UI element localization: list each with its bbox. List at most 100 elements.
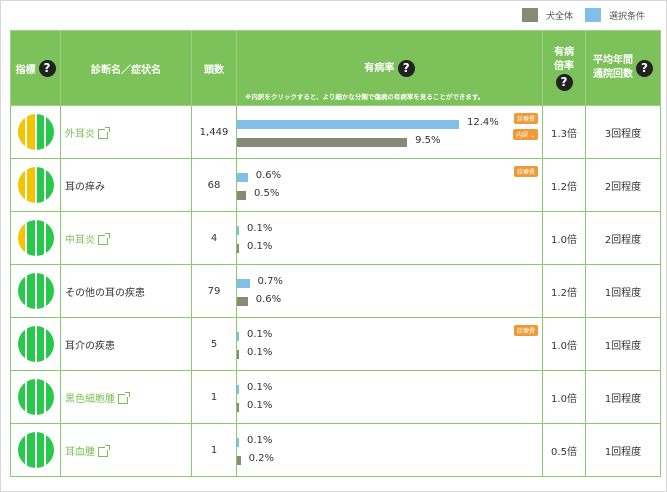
disease-table: 指標 ? 診断名／症状名 頭数 有病率 ? ※内訳をクリックすると、より細かな分… — [10, 30, 661, 477]
overall-rate-label: 0.5% — [253, 188, 280, 199]
rate-cell: 0.1% 0.2% — [236, 423, 543, 477]
table-row: 耳介の疾患 5 0.1% 0.1% 診療費 1.0倍 1回程度 — [10, 317, 661, 371]
help-icon[interactable]: ? — [397, 59, 415, 77]
indicator-icon — [17, 114, 54, 150]
name-cell: 耳の痒み — [60, 158, 192, 212]
visits-cell: 1回程度 — [585, 423, 661, 477]
indicator-cell — [10, 264, 61, 318]
help-icon[interactable]: ? — [555, 73, 573, 91]
header-visits: 平均年間 通院回数 ? — [585, 30, 661, 106]
header-indicator-label: 指標 — [15, 64, 36, 76]
disease-name: 耳の痒み — [65, 181, 105, 193]
name-cell[interactable]: 中耳炎 — [60, 211, 192, 265]
rate-cell: 0.7% 0.6% — [236, 264, 543, 318]
disease-link[interactable]: 耳血腫 — [65, 447, 95, 458]
visits-cell: 2回程度 — [585, 158, 661, 212]
rate-cell: 0.6% 0.5% 診療費 — [236, 158, 543, 212]
disease-link[interactable]: 中耳炎 — [65, 235, 95, 246]
overall-rate-label: 0.1% — [247, 400, 273, 411]
header-rate-note: ※内訳をクリックすると、より細かな分類で傷病の有病率を見ることができます。 — [245, 93, 485, 101]
legend-all-swatch — [521, 8, 538, 22]
overall-rate-label: 0.1% — [247, 241, 273, 252]
legend-selected-label: 選択条件 — [608, 11, 645, 22]
header-ratio-line2: 倍率 — [554, 60, 574, 72]
visits-cell: 2回程度 — [585, 211, 661, 265]
header-rate-label: 有病率 — [364, 63, 395, 74]
selected-rate-label: 0.1% — [247, 329, 273, 340]
overall-rate-label: 0.1% — [247, 347, 273, 358]
disease-link[interactable]: 外耳炎 — [65, 129, 95, 140]
name-cell[interactable]: 外耳炎 — [60, 105, 192, 159]
selected-rate-label: 0.1% — [247, 435, 273, 446]
selected-rate-bar — [237, 120, 459, 129]
table-row: 耳の痒み 68 0.6% 0.5% 診療費 1.2倍 2回程度 — [10, 158, 661, 212]
rate-cell: 12.4% 9.5% 診療費内訳 ⌄ — [236, 105, 543, 159]
help-icon[interactable]: ? — [636, 59, 653, 77]
ratio-cell: 1.0倍 — [542, 211, 586, 265]
name-cell[interactable]: 黒色細胞腫 — [60, 370, 192, 424]
selected-rate-bar — [237, 385, 239, 394]
overall-rate-bar — [237, 138, 408, 147]
indicator-cell — [10, 370, 61, 424]
header-count: 頭数 — [191, 30, 237, 106]
selected-rate-label: 0.1% — [247, 382, 273, 393]
ratio-cell: 1.3倍 — [542, 105, 586, 159]
selected-rate-label: 0.1% — [247, 223, 273, 234]
table-row: その他の耳の疾患 79 0.7% 0.6% 1.2倍 1回程度 — [10, 264, 661, 318]
overall-rate-bar — [237, 244, 239, 253]
selected-rate-bar — [237, 226, 239, 235]
cost-badge[interactable]: 診療費 — [513, 325, 538, 336]
indicator-icon — [17, 326, 54, 362]
count-cell: 5 — [191, 317, 237, 371]
external-link-icon[interactable] — [98, 232, 110, 245]
header-rate: 有病率 ? ※内訳をクリックすると、より細かな分類で傷病の有病率を見ることができ… — [236, 30, 543, 106]
overall-rate-bar — [237, 403, 239, 412]
indicator-cell — [10, 211, 61, 265]
overall-rate-bar — [237, 456, 241, 465]
selected-rate-bar — [237, 332, 239, 341]
rate-cell: 0.1% 0.1% — [236, 370, 543, 424]
ratio-cell: 1.0倍 — [542, 317, 586, 371]
cost-badge[interactable]: 診療費 — [513, 166, 538, 177]
indicator-icon — [17, 220, 54, 256]
disease-link[interactable]: 黒色細胞腫 — [65, 394, 115, 405]
table-row: 黒色細胞腫 1 0.1% 0.1% 1.0倍 1回程度 — [10, 370, 661, 424]
breakdown-button[interactable]: 内訳 ⌄ — [513, 129, 538, 140]
visits-cell: 1回程度 — [585, 370, 661, 424]
indicator-icon — [17, 273, 54, 309]
table-row: 外耳炎 1,449 12.4% 9.5% 診療費 内訳 ⌄ 1.3倍 3回程度 — [10, 105, 661, 159]
selected-rate-label: 12.4% — [467, 117, 499, 128]
legend-all-label: 犬全体 — [545, 11, 573, 22]
indicator-icon — [17, 167, 54, 203]
ratio-cell: 0.5倍 — [542, 423, 586, 477]
header-ratio: 有病 倍率 ? — [542, 30, 586, 106]
cost-badge[interactable]: 診療費 — [513, 113, 538, 124]
count-cell: 68 — [191, 158, 237, 212]
indicator-cell — [10, 158, 61, 212]
name-cell[interactable]: 耳血腫 — [60, 423, 192, 477]
visits-cell: 3回程度 — [585, 105, 661, 159]
overall-rate-label: 0.6% — [255, 294, 282, 305]
ratio-cell: 1.2倍 — [542, 158, 586, 212]
name-cell: その他の耳の疾患 — [60, 264, 192, 318]
external-link-icon[interactable] — [98, 126, 110, 139]
visits-cell: 1回程度 — [585, 317, 661, 371]
selected-rate-label: 0.7% — [257, 276, 283, 287]
indicator-cell — [10, 317, 61, 371]
indicator-icon — [17, 379, 54, 415]
count-cell: 1 — [191, 423, 237, 477]
ratio-cell: 1.2倍 — [542, 264, 586, 318]
indicator-cell — [10, 423, 61, 477]
external-link-icon[interactable] — [118, 391, 130, 404]
help-icon[interactable]: ? — [38, 59, 56, 77]
overall-rate-label: 9.5% — [415, 135, 441, 146]
header-name-label: 診断名／症状名 — [91, 64, 161, 76]
count-cell: 1 — [191, 370, 237, 424]
selected-rate-bar — [237, 173, 248, 182]
header-count-label: 頭数 — [204, 64, 224, 76]
external-link-icon[interactable] — [98, 444, 110, 457]
legend: 犬全体 選択条件 — [521, 8, 657, 22]
header-name: 診断名／症状名 — [60, 30, 192, 106]
disease-name: その他の耳の疾患 — [65, 287, 145, 299]
visits-cell: 1回程度 — [585, 264, 661, 318]
